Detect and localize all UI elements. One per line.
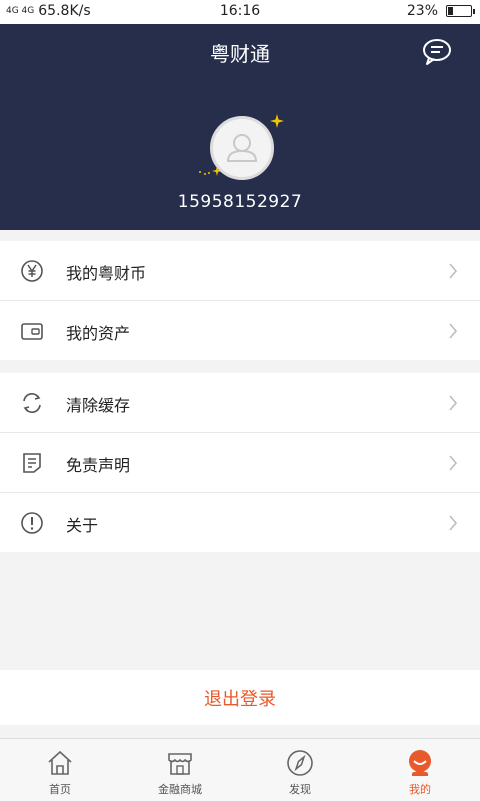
avatar[interactable]	[210, 116, 274, 180]
home-icon	[48, 750, 72, 775]
yen-coin-icon	[21, 260, 43, 282]
menu-item-label: 我的粤财币	[66, 264, 147, 283]
menu-item-disclaimer[interactable]: 免责声明	[0, 433, 480, 493]
tab-home[interactable]: 首页	[0, 739, 120, 801]
menu-item-my-assets[interactable]: 我的资产	[0, 301, 480, 360]
user-phone: 15958152927	[177, 192, 303, 212]
menu-group-account: 我的粤财币 我的资产	[0, 241, 480, 360]
menu-item-label: 免责声明	[66, 456, 131, 475]
menu-group-settings: 清除缓存 免责声明 关于	[0, 373, 480, 552]
menu-item-label: 关于	[66, 516, 99, 535]
menu-item-label: 我的资产	[66, 324, 131, 343]
tab-store[interactable]: 金融商城	[120, 739, 240, 801]
page-title: 粤财通	[210, 42, 270, 66]
menu-item-clear-cache[interactable]: 清除缓存	[0, 373, 480, 433]
chevron-right-icon	[449, 515, 458, 531]
wallet-icon	[21, 323, 43, 340]
store-icon	[168, 753, 192, 775]
tab-mine[interactable]: 我的	[360, 739, 480, 801]
battery-icon	[446, 5, 475, 17]
battery-percent: 23%	[406, 3, 438, 19]
tab-discover[interactable]: 发现	[240, 739, 360, 801]
chevron-right-icon	[449, 263, 458, 279]
bottom-tab-bar: 首页 金融商城 发现 我的	[0, 738, 480, 801]
user-placeholder-icon	[226, 134, 258, 162]
tab-label: 金融商城	[158, 783, 202, 796]
document-icon	[23, 453, 41, 473]
compass-icon	[287, 750, 313, 776]
profile-header: 粤财通 15958152927	[0, 24, 480, 230]
tab-label: 我的	[409, 783, 431, 796]
chevron-right-icon	[449, 395, 458, 411]
menu-item-label: 清除缓存	[66, 396, 131, 415]
chevron-right-icon	[449, 323, 458, 339]
refresh-icon	[23, 393, 41, 413]
menu-item-my-coins[interactable]: 我的粤财币	[0, 241, 480, 301]
chevron-right-icon	[449, 455, 458, 471]
menu-item-about[interactable]: 关于	[0, 493, 480, 552]
tab-label: 发现	[289, 783, 311, 796]
status-bar: 4G 4G 65.8K/s 16:16 23%	[0, 0, 480, 24]
logout-label: 退出登录	[204, 688, 276, 710]
message-icon[interactable]	[422, 38, 452, 66]
logout-button[interactable]: 退出登录	[0, 670, 480, 725]
tab-label: 首页	[49, 783, 71, 796]
info-icon	[21, 512, 43, 534]
user-icon	[409, 750, 431, 776]
